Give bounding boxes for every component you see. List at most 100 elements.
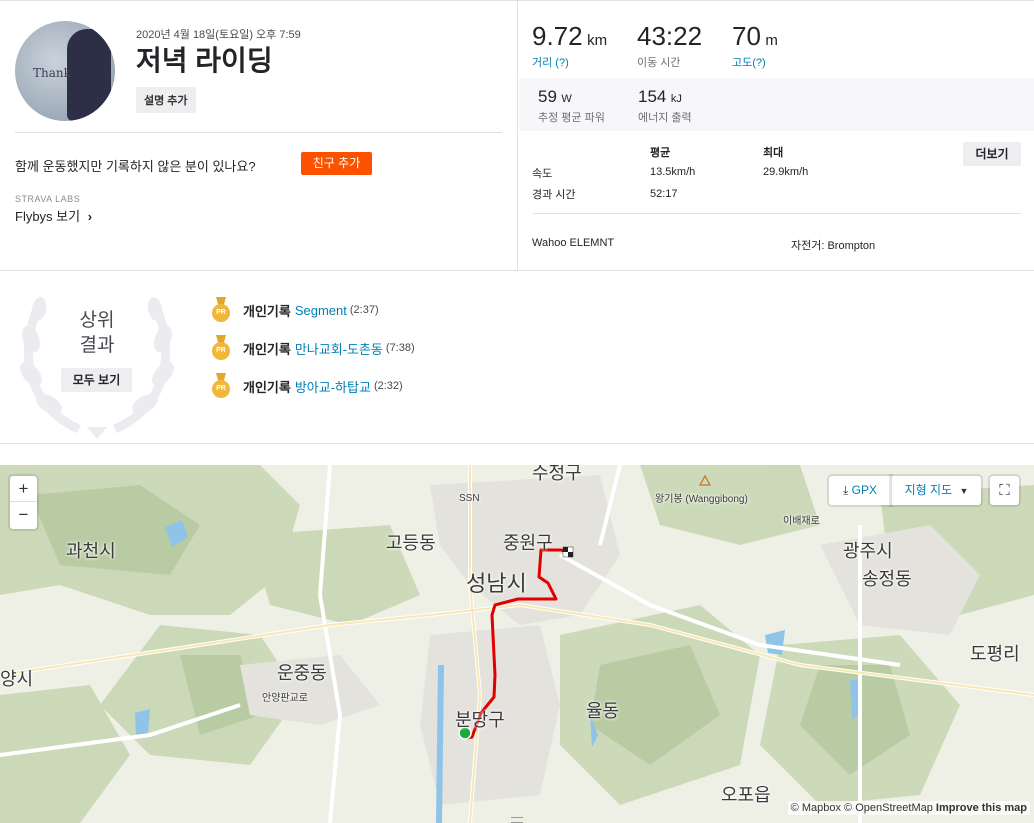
map-label-godeung: 고등동	[386, 533, 436, 553]
best-results-line-2: 결과	[79, 335, 115, 356]
list-item: PR 개인기록 만나교회-도촌동 (7:38)	[212, 335, 415, 361]
elapsed-time-value: 52:17	[650, 188, 678, 200]
activity-header: Thank 2020년 4월 18일(토요일) 오후 7:59 저녁 라이딩 설…	[0, 1, 518, 271]
divider	[533, 213, 1021, 214]
map-label-dopyeong: 도평리	[970, 644, 1020, 664]
flybys-link-label: Flybys 보기	[15, 209, 81, 224]
invite-question: 함께 운동했지만 기록하지 않은 분이 있나요?	[15, 159, 256, 174]
elevation-value: 70	[732, 21, 761, 51]
speed-max: 29.9km/h	[763, 166, 809, 178]
pr-medal-icon: PR	[212, 335, 230, 361]
col-header-max: 최대	[763, 147, 784, 159]
map-label-wanggibong: 왕기봉 (Wanggibong)	[655, 494, 748, 505]
caret-down-icon: ▼	[959, 486, 969, 496]
achievements-section: 상위 결과 모두 보기 PR 개인기록 Segment (2:37) PR 개인…	[0, 272, 1034, 444]
map-label-songjeong: 송정동	[862, 569, 912, 589]
gpx-label: GPX	[851, 483, 877, 497]
elevation-label[interactable]: 고도(?)	[732, 54, 778, 70]
segment-link[interactable]: 만나교회-도촌동	[295, 339, 383, 358]
strava-labs-label: STRAVA LABS	[15, 194, 81, 204]
speed-avg: 13.5km/h	[650, 166, 696, 178]
device-name: Wahoo ELEMNT	[532, 237, 615, 249]
achievement-kind: 개인기록	[243, 303, 291, 319]
elevation-unit: m	[765, 32, 778, 49]
pr-medal-icon: PR	[212, 297, 230, 323]
view-all-button[interactable]: 모두 보기	[61, 368, 132, 392]
secondary-stats: 59 W 추정 평균 파워 154 kJ 에너지 출력	[519, 78, 1034, 131]
resize-handle[interactable]	[511, 817, 523, 823]
stat-distance: 9.72 km 거리 (?)	[532, 21, 607, 70]
map-label-anyang: 안양판교로	[262, 693, 308, 704]
fullscreen-icon: ⛶	[999, 482, 1010, 499]
segment-time: (2:37)	[349, 304, 379, 316]
add-friends-button[interactable]: 친구 추가	[301, 152, 372, 175]
fullscreen-button[interactable]: ⛶	[990, 476, 1019, 505]
route-finish-marker	[562, 546, 574, 558]
mapbox-attribution-link[interactable]: © Mapbox	[791, 802, 841, 814]
map-attribution: © Mapbox © OpenStreetMap Improve this ma…	[787, 801, 1030, 815]
speed-label: 속도	[532, 168, 553, 180]
improve-map-link[interactable]: Improve this map	[936, 802, 1027, 814]
chevron-right-icon: ›	[87, 209, 93, 224]
activity-summary: Thank 2020년 4월 18일(토요일) 오후 7:59 저녁 라이딩 설…	[0, 0, 1034, 271]
map-label-unjung: 운중동	[277, 663, 327, 683]
divider	[15, 132, 502, 133]
distance-unit: km	[587, 32, 608, 49]
best-results-line-1: 상위	[79, 310, 115, 331]
elapsed-time-label: 경과 시간	[532, 189, 576, 201]
map-label-gwacheon: 과천시	[66, 541, 116, 561]
pr-medal-icon: PR	[212, 373, 230, 399]
power-label: 추정 평균 파워	[538, 112, 605, 124]
segment-time: (7:38)	[385, 342, 415, 354]
osm-attribution-link[interactable]: © OpenStreetMap	[844, 802, 933, 814]
map-label-bundang: 분당구	[455, 710, 505, 730]
more-button[interactable]: 더보기	[963, 142, 1021, 166]
stat-power: 59 W 추정 평균 파워	[538, 87, 605, 125]
stat-energy: 154 kJ 에너지 출력	[638, 87, 692, 125]
segment-link[interactable]: Segment	[295, 303, 347, 318]
map-type-dropdown[interactable]: 지형 지도 ▼	[891, 476, 981, 505]
map-label-yang: 양시	[0, 669, 34, 689]
zoom-in-button[interactable]: +	[10, 476, 37, 502]
segment-link[interactable]: 방아교-하탑교	[295, 377, 371, 396]
avatar[interactable]: Thank	[15, 21, 115, 121]
map-label-expressway: 이배재로	[783, 516, 820, 527]
distance-label[interactable]: 거리 (?)	[532, 54, 607, 70]
avatar-caption: Thank	[33, 66, 71, 80]
zoom-controls: + −	[10, 476, 37, 529]
download-icon: ⤓	[843, 483, 849, 497]
map-label-yuldong: 율동	[586, 701, 620, 721]
avatar-figure	[67, 29, 111, 121]
map-type-label: 지형 지도	[904, 483, 953, 497]
map-label-sujeong: 수정구	[532, 465, 582, 483]
list-item: PR 개인기록 방아교-하탑교 (2:32)	[212, 373, 403, 399]
activity-title: 저녁 라이딩	[136, 45, 273, 76]
bike-name: 자전거: Brompton	[791, 240, 876, 252]
add-description-button[interactable]: 설명 추가	[136, 87, 196, 113]
map-label-opo: 오포읍	[721, 785, 771, 805]
map-label-jungwon: 중원구	[503, 533, 553, 553]
energy-label: 에너지 출력	[638, 112, 692, 124]
power-unit: W	[561, 93, 572, 105]
stat-elevation: 70 m 고도(?)	[732, 21, 778, 70]
achievement-kind: 개인기록	[243, 379, 291, 395]
best-results-title: 상위 결과	[60, 308, 134, 358]
col-header-avg: 평균	[650, 147, 671, 159]
map-label-seongnam: 성남시	[466, 571, 527, 596]
route-map[interactable]: 과천시 고등동 중원구 성남시 수정구 광주시 송정동 운중동 분당구 율동 도…	[0, 465, 1034, 823]
achievement-kind: 개인기록	[243, 341, 291, 357]
map-terrain	[0, 465, 1034, 823]
list-item: PR 개인기록 Segment (2:37)	[212, 297, 379, 323]
stat-moving-time: 43:22 이동 시간	[637, 21, 702, 70]
moving-time-label: 이동 시간	[637, 57, 681, 69]
gpx-download-button[interactable]: ⤓ GPX	[829, 476, 891, 505]
power-value: 59	[538, 87, 557, 106]
zoom-out-button[interactable]: −	[10, 502, 37, 528]
distance-value: 9.72	[532, 21, 583, 51]
moving-time-value: 43:22	[637, 21, 703, 51]
segment-time: (2:32)	[373, 380, 403, 392]
map-label-ssn: SSN	[459, 493, 480, 504]
flybys-link[interactable]: Flybys 보기 ›	[15, 206, 92, 225]
energy-value: 154	[638, 87, 667, 106]
laurel-wreath-icon	[20, 297, 174, 439]
